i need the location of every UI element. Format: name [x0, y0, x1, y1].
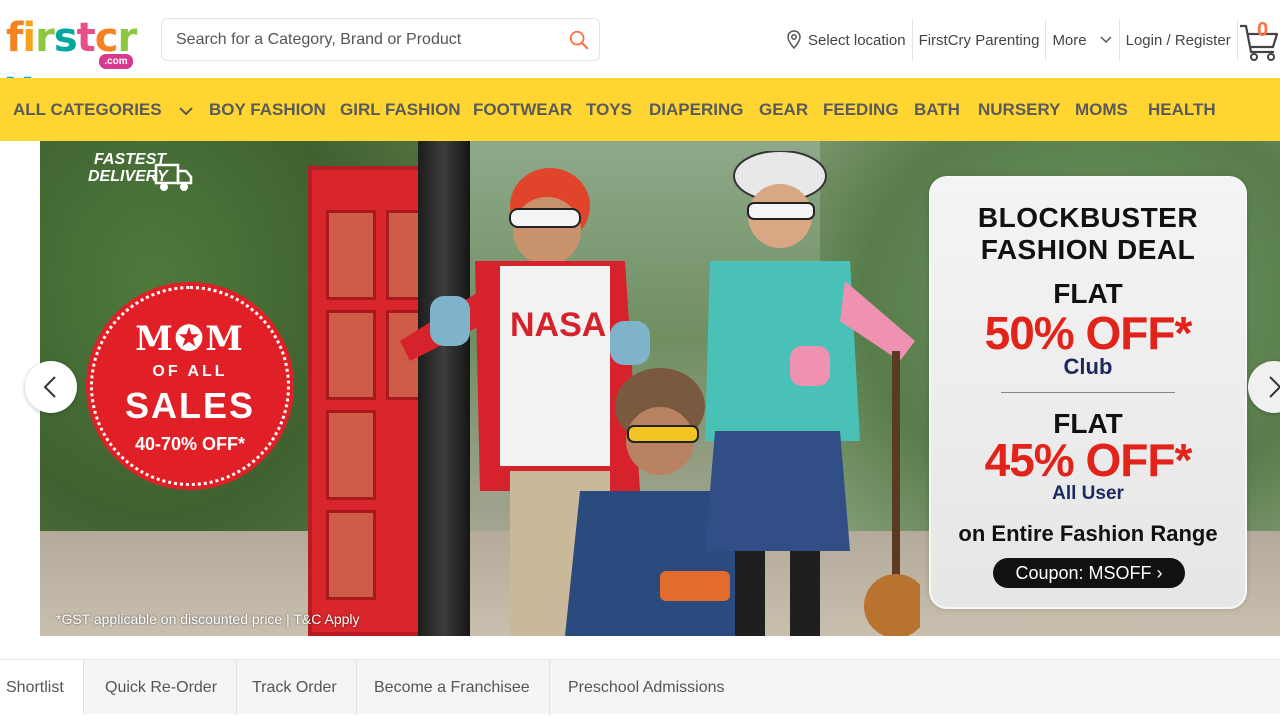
quick-links-bar: Shortlist Quick Re-Order Track Order Bec… [0, 659, 1280, 715]
carousel-prev-button[interactable] [25, 361, 77, 413]
select-location-label: Select location [808, 31, 906, 49]
login-register-label: Login / Register [1125, 31, 1231, 49]
sales-title: SALES [124, 385, 256, 426]
club-discount: 50% OFF* [984, 307, 1193, 359]
kids-photo: NASA [400, 151, 920, 636]
all-user-label: All User [1052, 483, 1124, 504]
category-bar: ALL CATEGORIES BOY FASHION GIRL FASHION … [0, 78, 1280, 141]
chevron-right-icon [1269, 376, 1280, 398]
deal-title-line2: FASHION DEAL [980, 234, 1196, 265]
gst-disclaimer: *GST applicable on discounted price | T&… [56, 611, 360, 627]
category-girl-fashion[interactable]: GIRL FASHION [340, 98, 461, 122]
divider [1001, 392, 1175, 393]
search-icon[interactable] [568, 29, 590, 51]
club-label: Club [1063, 354, 1113, 379]
category-footwear[interactable]: FOOTWEAR [473, 98, 572, 122]
deal-title-line1: BLOCKBUSTER [977, 202, 1199, 233]
cart-count: 0 [1257, 19, 1269, 41]
firstcry-logo[interactable]: firstcry .com [6, 14, 151, 109]
shirt-print: NASA [510, 306, 606, 344]
category-nursery[interactable]: NURSERY [978, 98, 1061, 122]
category-moms[interactable]: MOMS [1075, 98, 1128, 122]
top-navigation: Select location FirstCry Parenting More … [780, 20, 1238, 60]
cart-button[interactable]: 0 [1238, 18, 1280, 62]
preschool-admissions-link[interactable]: Preschool Admissions [549, 660, 744, 715]
firstcry-parenting-label: FirstCry Parenting [918, 31, 1040, 49]
coupon-button[interactable]: Coupon: MSOFF › [993, 558, 1185, 588]
category-diapering[interactable]: DIAPERING [649, 98, 743, 122]
fashion-range-text: on Entire Fashion Range [958, 521, 1218, 546]
hero-banner[interactable]: NASA FASTEST DELIVERY M✪M OF ALL SALES 4… [40, 141, 1280, 636]
search-box[interactable] [161, 18, 600, 61]
fastest-delivery-badge: FASTEST DELIVERY [58, 151, 198, 201]
mom-of-all-sales-badge: M✪M OF ALL SALES 40-70% OFF* [90, 286, 290, 486]
all-user-discount: 45% OFF* [984, 434, 1193, 486]
all-categories-label: ALL CATEGORIES [13, 100, 162, 119]
login-register-link[interactable]: Login / Register [1120, 28, 1237, 52]
all-categories-menu[interactable]: ALL CATEGORIES [13, 98, 194, 122]
category-gear[interactable]: GEAR [759, 98, 808, 122]
site-header: firstcry .com Select location FirstCry P… [0, 0, 1280, 109]
search-input[interactable] [176, 19, 556, 60]
logo-suffix: .com [99, 54, 133, 69]
category-health[interactable]: HEALTH [1148, 98, 1216, 122]
more-label: More [1052, 31, 1087, 49]
location-pin-icon [787, 30, 801, 50]
category-bath[interactable]: BATH [914, 98, 960, 122]
chevron-left-icon [43, 376, 56, 398]
shortlist-link[interactable]: Shortlist [0, 660, 84, 715]
become-franchisee-link[interactable]: Become a Franchisee [355, 660, 550, 715]
truck-icon [154, 163, 193, 191]
deal-title: BLOCKBUSTER FASHION DEAL [931, 202, 1245, 266]
quick-reorder-link[interactable]: Quick Re-Order [86, 660, 238, 715]
more-menu[interactable]: More [1046, 28, 1118, 52]
mom-subtitle: OF ALL [152, 363, 228, 380]
chevron-down-icon [179, 106, 194, 115]
chevron-down-icon [1100, 36, 1112, 44]
blockbuster-deal-card: BLOCKBUSTER FASHION DEAL FLAT 50% OFF* C… [929, 176, 1247, 609]
sales-discount: 40-70% OFF* [134, 434, 246, 454]
firstcry-parenting-link[interactable]: FirstCry Parenting [913, 28, 1046, 52]
mom-title: M✪M [135, 319, 245, 359]
category-feeding[interactable]: FEEDING [823, 98, 899, 122]
category-boy-fashion[interactable]: BOY FASHION [209, 98, 326, 122]
track-order-link[interactable]: Track Order [233, 660, 357, 715]
select-location-link[interactable]: Select location [780, 28, 912, 52]
category-toys[interactable]: TOYS [586, 98, 632, 122]
